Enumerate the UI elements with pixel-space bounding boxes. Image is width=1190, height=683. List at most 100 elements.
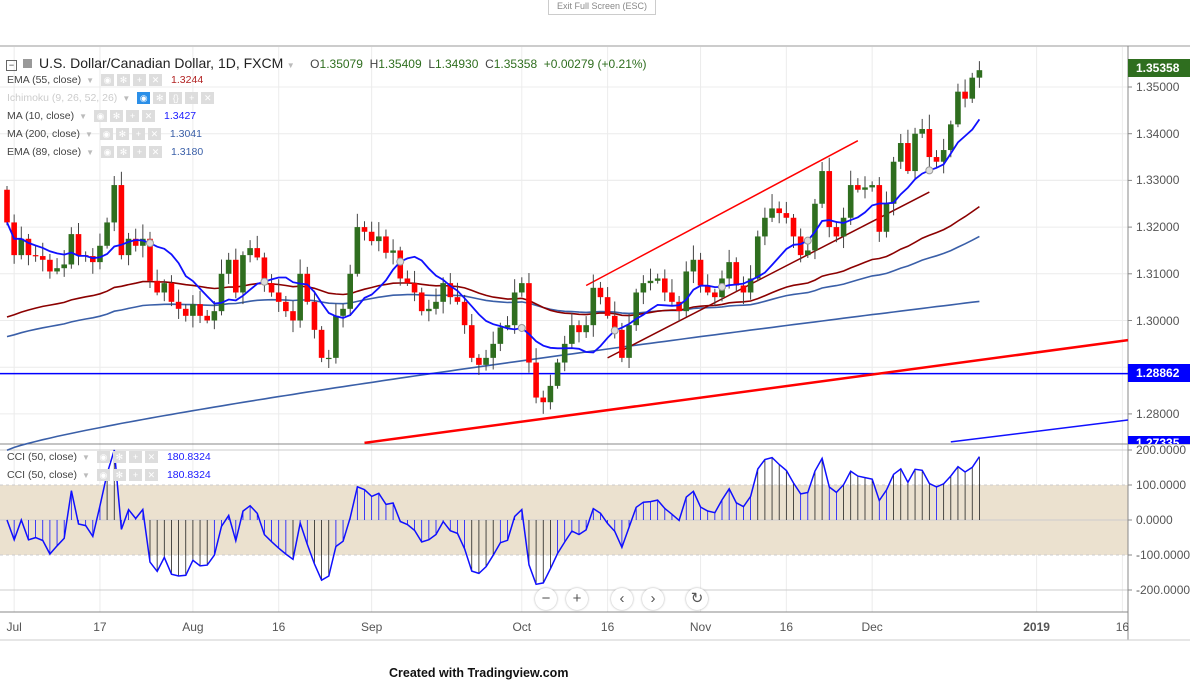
- candle-body: [32, 255, 39, 257]
- ema89-line: [6, 235, 980, 338]
- candle-body: [969, 77, 976, 99]
- chevron-down-icon[interactable]: ▼: [85, 130, 93, 139]
- chevron-down-icon[interactable]: ▼: [79, 112, 87, 121]
- indicator-legend-row[interactable]: EMA (89, close) ▼ ◉ ✻ + ✕ 1.3180: [7, 146, 203, 158]
- source-icon[interactable]: {}: [169, 92, 183, 104]
- visibility-icon[interactable]: ◉: [101, 146, 115, 158]
- settings-icon[interactable]: ✻: [112, 469, 126, 481]
- remove-icon[interactable]: ✕: [149, 74, 163, 86]
- settings-icon[interactable]: ✻: [117, 146, 131, 158]
- more-icon[interactable]: +: [185, 92, 199, 104]
- candle-body: [97, 245, 103, 263]
- chart-window: Exit Full Screen (ESC) − U.S. Dollar/Can…: [0, 0, 1190, 683]
- settings-icon[interactable]: ✻: [153, 92, 167, 104]
- remove-icon[interactable]: ✕: [144, 451, 158, 463]
- cci-axis-label: 0.0000: [1136, 513, 1173, 527]
- indicator-legend-row[interactable]: EMA (55, close) ▼ ◉ ✻ + ✕ 1.3244: [7, 74, 203, 86]
- candle-body: [654, 278, 661, 281]
- indicator-label[interactable]: CCI (50, close): [7, 469, 77, 481]
- indicator-legend-row[interactable]: Ichimoku (9, 26, 52, 26) ▼ ◉ ✻{} + ✕: [7, 92, 223, 104]
- indicator-label[interactable]: MA (10, close): [7, 110, 74, 122]
- symbol-legend: − U.S. Dollar/Canadian Dollar, 1D, FXCM …: [6, 55, 647, 71]
- collapse-icon[interactable]: −: [6, 60, 17, 71]
- chevron-down-icon[interactable]: ▼: [82, 471, 90, 480]
- candle-body: [819, 171, 825, 204]
- indicator-label[interactable]: EMA (55, close): [7, 74, 81, 86]
- visibility-icon[interactable]: ◉: [101, 74, 115, 86]
- cci-axis-label: -100.0000: [1136, 548, 1190, 562]
- visibility-icon[interactable]: ◉: [99, 128, 113, 140]
- exit-fullscreen-button[interactable]: Exit Full Screen (ESC): [548, 0, 656, 15]
- indicator-label[interactable]: MA (200, close): [7, 128, 80, 140]
- symbol-title[interactable]: U.S. Dollar/Canadian Dollar, 1D, FXCM: [39, 55, 283, 71]
- indicator-legend-row[interactable]: MA (10, close) ▼ ◉ ✻ + ✕ 1.3427: [7, 110, 196, 122]
- ema55-line: [6, 205, 980, 318]
- remove-icon[interactable]: ✕: [144, 469, 158, 481]
- candle-body: [905, 143, 911, 172]
- time-axis-label: Jul: [6, 620, 22, 634]
- candle-body: [497, 327, 504, 344]
- visibility-icon[interactable]: ◉: [137, 92, 151, 104]
- candle-body: [976, 70, 983, 78]
- visibility-icon[interactable]: ◉: [96, 469, 110, 481]
- remove-icon[interactable]: ✕: [201, 92, 215, 104]
- reset-chart-button[interactable]: ↻: [686, 588, 708, 610]
- cci-legend-row[interactable]: CCI (50, close) ▼ ◉ ✻ + ✕ 180.8324: [7, 469, 211, 481]
- candle-body: [247, 248, 253, 256]
- indicator-value: 1.3041: [169, 128, 202, 140]
- candle-body: [75, 234, 82, 256]
- candle-body: [597, 287, 604, 298]
- time-axis-label: 16: [1115, 620, 1130, 634]
- indicator-value: 180.8324: [166, 451, 211, 463]
- remove-icon[interactable]: ✕: [147, 128, 161, 140]
- chevron-down-icon[interactable]: ▼: [82, 453, 90, 462]
- settings-icon[interactable]: ✻: [112, 451, 126, 463]
- scroll-left-button[interactable]: ‹: [611, 588, 633, 610]
- indicator-label[interactable]: EMA (89, close): [7, 146, 81, 158]
- candle-body: [776, 208, 782, 214]
- chevron-down-icon[interactable]: ▼: [86, 148, 94, 157]
- scroll-right-button[interactable]: ›: [642, 588, 664, 610]
- indicator-value: 1.3244: [171, 74, 204, 86]
- cci-axis-label: 200.0000: [1136, 443, 1187, 457]
- candle-body: [533, 362, 539, 398]
- candle-body: [104, 222, 110, 246]
- visibility-icon[interactable]: ◉: [96, 451, 110, 463]
- ma-cross-marker: [718, 282, 726, 291]
- candle-body: [311, 301, 318, 330]
- open-value: 1.35079: [319, 57, 363, 71]
- cci-legend-row[interactable]: CCI (50, close) ▼ ◉ ✻ + ✕ 180.8324: [7, 451, 211, 463]
- more-icon[interactable]: +: [126, 110, 140, 122]
- chevron-down-icon[interactable]: ▼: [122, 94, 130, 103]
- candle-body: [411, 283, 418, 293]
- candle-body: [190, 304, 196, 316]
- candle-body: [883, 203, 890, 232]
- remove-icon[interactable]: ✕: [149, 146, 163, 158]
- more-icon[interactable]: +: [128, 451, 142, 463]
- more-icon[interactable]: +: [128, 469, 142, 481]
- candle-body: [604, 297, 611, 316]
- more-icon[interactable]: +: [133, 74, 147, 86]
- time-axis-label: 16: [600, 620, 615, 634]
- chevron-down-icon[interactable]: ▼: [86, 76, 94, 85]
- visibility-icon[interactable]: ◉: [94, 110, 108, 122]
- more-icon[interactable]: +: [131, 128, 145, 140]
- indicator-label[interactable]: Ichimoku (9, 26, 52, 26): [7, 92, 117, 104]
- more-icon[interactable]: +: [133, 146, 147, 158]
- candle-body: [569, 325, 575, 344]
- candle-body: [333, 315, 339, 358]
- remove-icon[interactable]: ✕: [142, 110, 156, 122]
- time-axis-label: Oct: [512, 620, 532, 634]
- chevron-down-icon[interactable]: ▼: [287, 61, 295, 70]
- time-axis-label: Sep: [360, 620, 383, 634]
- settings-icon[interactable]: ✻: [115, 128, 129, 140]
- zoom-in-button[interactable]: +: [566, 588, 588, 610]
- price-axis-label: 1.33000: [1136, 173, 1180, 188]
- settings-icon[interactable]: ✻: [110, 110, 124, 122]
- indicator-label[interactable]: CCI (50, close): [7, 451, 77, 463]
- indicator-legend-row[interactable]: MA (200, close) ▼ ◉ ✻ + ✕ 1.3041: [7, 128, 202, 140]
- candle-body: [733, 262, 740, 286]
- settings-icon[interactable]: ✻: [117, 74, 131, 86]
- candle-body: [890, 161, 897, 204]
- zoom-out-button[interactable]: −: [535, 588, 557, 610]
